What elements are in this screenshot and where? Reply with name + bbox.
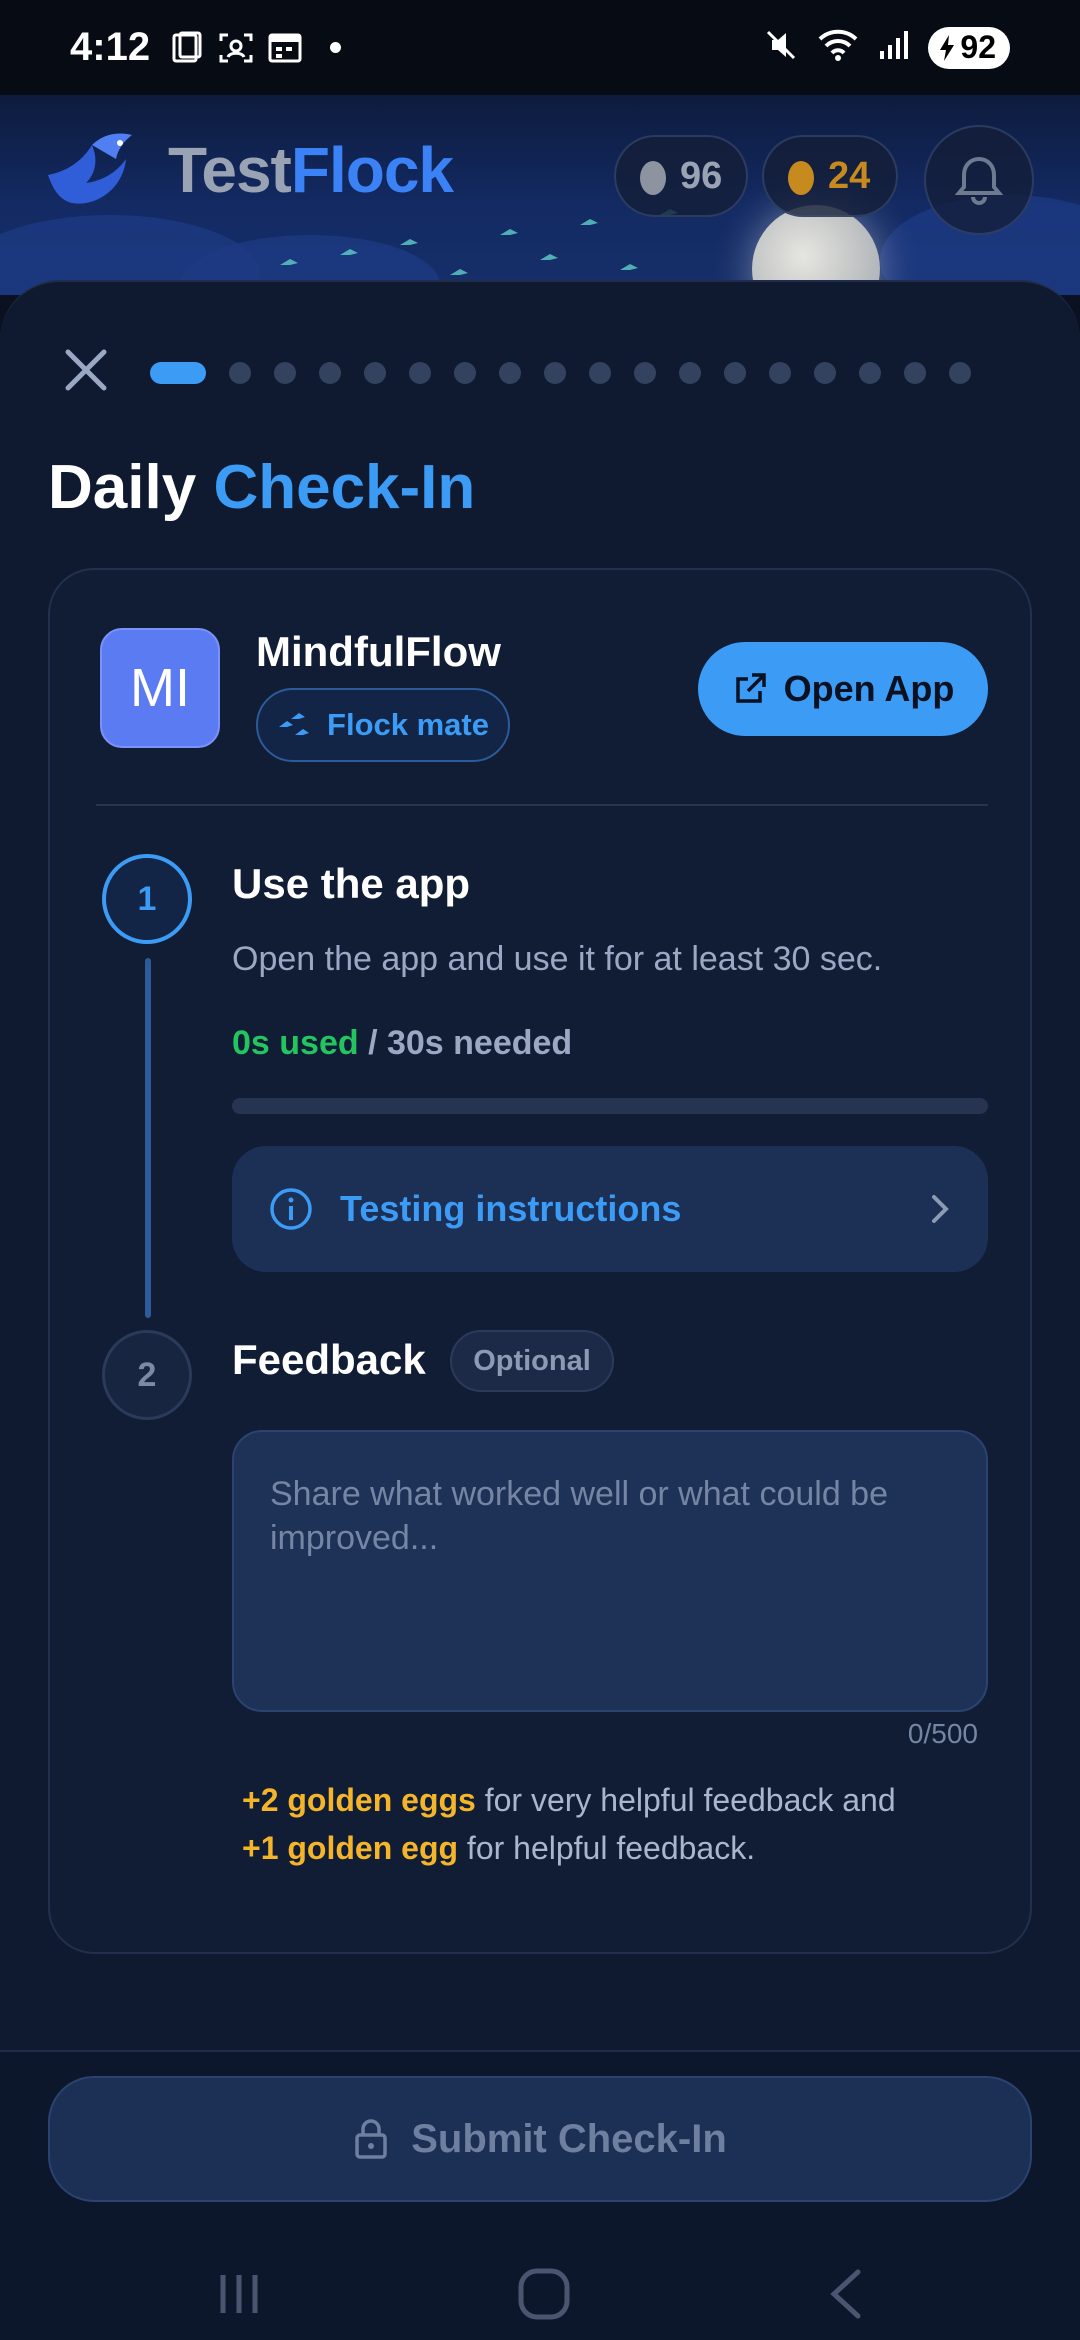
- badge-label: Flock mate: [327, 707, 489, 742]
- title-part1: Daily: [48, 453, 197, 522]
- reward-text-1: for very helpful feedback and: [475, 1782, 896, 1818]
- progress-dot: [769, 362, 791, 384]
- check-in-card: MI MindfulFlow Flock mate Open App 1 Use…: [48, 568, 1032, 1954]
- golden-eggs-counter[interactable]: 24: [762, 135, 898, 217]
- brand-name-part1: Test: [168, 134, 292, 206]
- page-title: Daily Check-In: [48, 452, 475, 523]
- close-button[interactable]: [58, 342, 114, 398]
- home-button[interactable]: [504, 2264, 584, 2324]
- recents-icon: [220, 2275, 258, 2313]
- signal-icon: [878, 29, 910, 66]
- calendar-icon: [268, 32, 302, 64]
- charging-icon: [940, 34, 955, 61]
- testing-instructions-label: Testing instructions: [340, 1188, 682, 1229]
- reward-text-2: for helpful feedback.: [458, 1830, 756, 1866]
- submit-check-in-button[interactable]: Submit Check-In: [48, 2076, 1032, 2202]
- back-button[interactable]: [806, 2264, 886, 2324]
- bell-icon: [955, 156, 1003, 205]
- battery-indicator: 92: [928, 26, 1010, 69]
- reward-highlight-2: +1 golden egg: [242, 1830, 459, 1866]
- screenshot-icon: [170, 31, 204, 65]
- golden-egg-icon: [788, 161, 814, 195]
- scan-icon: [218, 31, 254, 65]
- step-1-title: Use the app: [232, 860, 471, 907]
- progress-dot-active: [150, 362, 206, 384]
- app-avatar: MI: [100, 628, 220, 748]
- lock-icon: [355, 2119, 387, 2159]
- progress-dot: [724, 362, 746, 384]
- step-progress-indicator: [150, 362, 971, 384]
- open-app-label: Open App: [783, 668, 955, 709]
- birds-icon: [279, 713, 310, 735]
- reward-line-2: +1 golden egg for helpful feedback.: [242, 1830, 755, 1867]
- silver-eggs-count: 96: [680, 154, 723, 197]
- progress-dot: [949, 362, 971, 384]
- system-nav-bar: [0, 2242, 1080, 2340]
- step-2-title: Feedback: [232, 1336, 426, 1383]
- notifications-button[interactable]: [924, 125, 1034, 235]
- status-time: 4:12: [70, 25, 151, 69]
- submit-label: Submit Check-In: [411, 2116, 727, 2161]
- usage-progress-bar: [232, 1098, 988, 1114]
- silver-eggs-counter[interactable]: 96: [614, 135, 748, 217]
- progress-dot: [859, 362, 881, 384]
- divider: [96, 804, 988, 806]
- recent-apps-button[interactable]: [202, 2264, 282, 2324]
- mute-icon: [764, 28, 798, 67]
- progress-dot: [364, 362, 386, 384]
- golden-eggs-count: 24: [828, 154, 871, 197]
- footer: Submit Check-In: [0, 2050, 1080, 2340]
- progress-dot: [679, 362, 701, 384]
- usage-used: 0s used: [232, 1024, 359, 1062]
- step-1-indicator: 1: [102, 854, 192, 944]
- testing-instructions-button[interactable]: Testing instructions: [232, 1146, 988, 1272]
- check-in-sheet: Daily Check-In MI MindfulFlow Flock mate…: [0, 280, 1080, 2050]
- step-1-description: Open the app and use it for at least 30 …: [232, 940, 883, 978]
- character-counter: 0/500: [907, 1718, 978, 1749]
- status-right: 92: [764, 26, 1010, 69]
- progress-dot: [409, 362, 431, 384]
- brand-name: TestFlock: [168, 133, 454, 207]
- step-connector-line: [145, 958, 151, 1318]
- progress-dot: [589, 362, 611, 384]
- silver-egg-icon: [640, 161, 666, 195]
- notification-dot: [330, 42, 342, 53]
- reward-line-1: +2 golden eggs for very helpful feedback…: [242, 1782, 896, 1819]
- bird-logo-icon: [48, 133, 132, 204]
- progress-dot: [544, 362, 566, 384]
- external-link-icon: [735, 673, 766, 703]
- progress-dot: [454, 362, 476, 384]
- progress-dot: [814, 362, 836, 384]
- info-icon: [270, 1188, 312, 1230]
- app-header: TestFlock 96 24: [0, 95, 1080, 295]
- chevron-right-icon: [932, 1195, 949, 1223]
- progress-dot: [229, 362, 251, 384]
- brand-name-part2: Flock: [290, 134, 454, 206]
- progress-dot: [904, 362, 926, 384]
- app-name: MindfulFlow: [256, 628, 501, 675]
- progress-dot: [319, 362, 341, 384]
- flock-mate-badge: Flock mate: [256, 688, 510, 762]
- wifi-icon: [816, 27, 860, 68]
- feedback-input[interactable]: [232, 1430, 988, 1712]
- usage-readout: 0s used / 30s needed: [232, 1024, 572, 1063]
- title-part2: Check-In: [213, 453, 476, 522]
- open-app-button[interactable]: Open App: [698, 642, 988, 736]
- battery-level: 92: [960, 29, 996, 65]
- reward-highlight-1: +2 golden eggs: [242, 1782, 476, 1818]
- status-bar: 4:12 92: [0, 0, 1080, 95]
- progress-dot: [274, 362, 296, 384]
- progress-dot: [499, 362, 521, 384]
- progress-dot: [634, 362, 656, 384]
- step-2-indicator: 2: [102, 1330, 192, 1420]
- home-icon: [518, 2268, 570, 2320]
- usage-needed: / 30s needed: [358, 1024, 573, 1062]
- back-icon: [830, 2269, 861, 2319]
- close-icon: [65, 349, 107, 391]
- optional-badge: Optional: [450, 1330, 614, 1392]
- brand: TestFlock: [40, 125, 454, 215]
